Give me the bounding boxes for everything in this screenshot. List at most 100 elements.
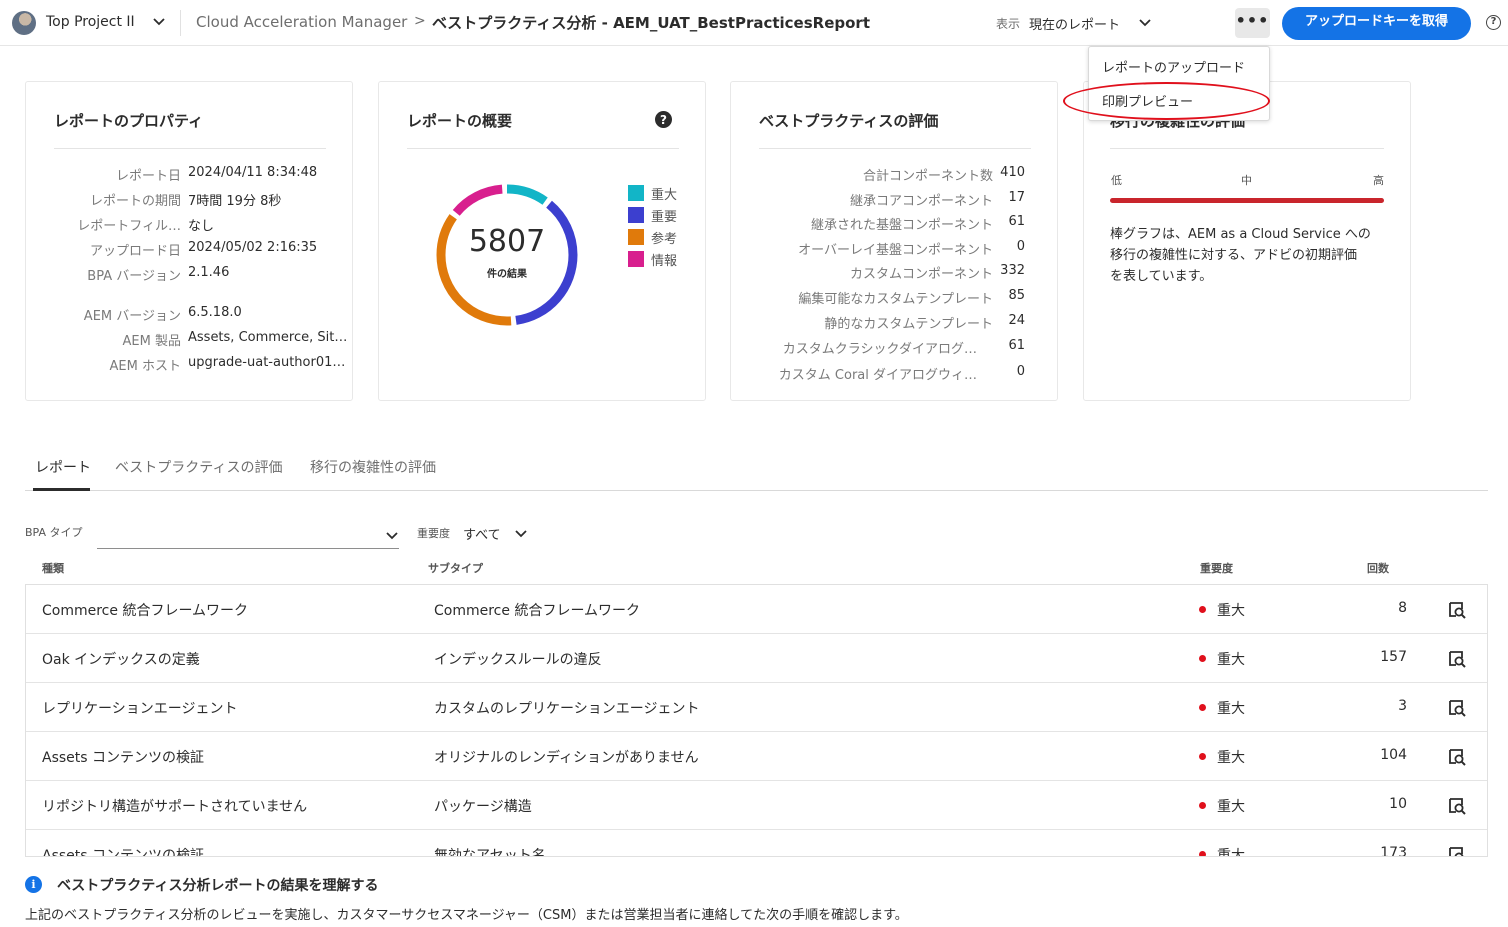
- more-actions-button[interactable]: •••: [1235, 8, 1270, 38]
- info-title: ベストプラクティス分析レポートの結果を理解する: [57, 878, 379, 894]
- score-value: 24: [1008, 313, 1025, 328]
- project-name[interactable]: Top Project II: [46, 14, 135, 30]
- table-row[interactable]: Commerce 統合フレームワーク Commerce 統合フレームワーク 重大 8: [26, 585, 1487, 634]
- divider: [1110, 148, 1384, 149]
- severity-dot: [1199, 606, 1206, 613]
- view-picker[interactable]: 現在のレポート: [1029, 14, 1120, 33]
- column-header-subtype[interactable]: サブタイプ: [428, 560, 483, 576]
- property-row: レポート日 2024/04/11 8:34:48: [26, 165, 354, 185]
- legend-label: 重要: [651, 210, 678, 225]
- cell-subtype: インデックスルールの違反: [434, 652, 602, 668]
- scale-mid: 中: [1241, 174, 1252, 187]
- score-row: 継承された基盤コンポーネント 61: [751, 214, 1025, 234]
- score-key: カスタム Coral ダイアログウィ…: [778, 368, 977, 383]
- description-line: 移行の複雑性に対する、アドビの初期評価: [1110, 248, 1358, 263]
- cell-severity: 重大: [1217, 848, 1245, 857]
- help-icon[interactable]: ?: [655, 111, 672, 128]
- divider: [407, 148, 679, 149]
- top-bar: Top Project II Cloud Acceleration Manage…: [0, 0, 1508, 46]
- description-line: 棒グラフは、AEM as a Cloud Service への: [1110, 227, 1371, 242]
- view-details-icon[interactable]: [1448, 846, 1466, 857]
- highlight-annotation: [1063, 82, 1270, 120]
- legend-swatch: [628, 229, 644, 245]
- cell-subtype: オリジナルのレンディションがありません: [434, 750, 699, 766]
- cell-severity: 重大: [1217, 750, 1245, 766]
- help-icon[interactable]: ?: [1486, 15, 1501, 30]
- table-row[interactable]: リポジトリ構造がサポートされていません パッケージ構造 重大 10: [26, 781, 1487, 830]
- table-row[interactable]: Assets コンテンツの検証 オリジナルのレンディションがありません 重大 104: [26, 732, 1487, 781]
- cell-count: 8: [1398, 600, 1407, 616]
- card-title: レポートのプロパティ: [54, 112, 204, 130]
- cell-type: Assets コンテンツの検証: [42, 750, 205, 766]
- report-tabs: レポート ベストプラクティスの評価 移行の複雑性の評価: [25, 455, 1488, 491]
- cell-count: 104: [1380, 747, 1407, 763]
- property-row: AEM ホスト upgrade-uat-author01…: [26, 355, 354, 375]
- score-row: オーバーレイ基盤コンポーネント 0: [751, 239, 1025, 259]
- chevron-down-icon[interactable]: [514, 526, 528, 540]
- severity-dot: [1199, 753, 1206, 760]
- legend-item: 情報: [628, 250, 688, 270]
- column-header-count[interactable]: 回数: [1367, 560, 1389, 576]
- severity-filter-picker[interactable]: すべて: [463, 524, 501, 543]
- column-header-type[interactable]: 種類: [42, 560, 64, 576]
- score-key: 合計コンポーネント数: [862, 169, 993, 184]
- score-value: 0: [1016, 239, 1025, 254]
- get-upload-key-button[interactable]: アップロードキーを取得: [1282, 7, 1471, 40]
- legend-label: 重大: [651, 188, 678, 203]
- table-row[interactable]: Assets コンテンツの検証 無効なアセット名 重大 173: [26, 830, 1487, 857]
- column-header-severity[interactable]: 重要度: [1200, 560, 1233, 576]
- score-key: カスタムコンポーネント: [849, 267, 993, 282]
- svg-text:?: ?: [660, 113, 667, 127]
- legend-label: 情報: [651, 254, 678, 269]
- view-details-icon[interactable]: [1448, 797, 1466, 815]
- property-row: BPA バージョン 2.1.46: [26, 265, 354, 285]
- severity-filter-label: 重要度: [417, 527, 450, 540]
- score-value: 85: [1008, 288, 1025, 303]
- score-value: 61: [1008, 214, 1025, 229]
- cell-count: 3: [1398, 698, 1407, 714]
- score-key: オーバーレイ基盤コンポーネント: [798, 243, 993, 258]
- table-row[interactable]: Oak インデックスの定義 インデックスルールの違反 重大 157: [26, 634, 1487, 683]
- complexity-bar: [1110, 198, 1384, 203]
- property-key: レポート日: [115, 169, 181, 184]
- report-properties-card: レポートのプロパティ レポート日 2024/04/11 8:34:48 レポートの期…: [25, 81, 353, 401]
- score-key: 継承コアコンポーネント: [849, 194, 993, 209]
- project-avatar[interactable]: [12, 11, 36, 35]
- property-row: AEM バージョン 6.5.18.0: [26, 305, 354, 325]
- tab-migration-complexity[interactable]: 移行の複雑性の評価: [310, 457, 436, 477]
- score-row: カスタム Coral ダイアログウィ… 0: [751, 364, 1025, 384]
- view-details-icon[interactable]: [1448, 699, 1466, 717]
- score-row: 静的なカスタムテンプレート 24: [751, 313, 1025, 333]
- chevron-down-icon[interactable]: [152, 14, 166, 28]
- cell-count: 10: [1389, 796, 1407, 812]
- view-details-icon[interactable]: [1448, 650, 1466, 668]
- score-row: カスタムコンポーネント 332: [751, 263, 1025, 283]
- cell-count: 173: [1380, 845, 1407, 857]
- table-row[interactable]: レプリケーションエージェント カスタムのレプリケーションエージェント 重大 3: [26, 683, 1487, 732]
- breadcrumb-root[interactable]: Cloud Acceleration Manager: [196, 13, 407, 31]
- description-line: を表しています。: [1110, 269, 1213, 284]
- tab-report[interactable]: レポート: [35, 457, 91, 477]
- severity-dot: [1199, 655, 1206, 662]
- view-details-icon[interactable]: [1448, 601, 1466, 619]
- scale-high: 高: [1373, 174, 1384, 187]
- page-title: ベストプラクティス分析 - AEM_UAT_BestPracticesRepor…: [432, 14, 870, 32]
- cell-type: リポジトリ構造がサポートされていません: [42, 799, 308, 815]
- chevron-down-icon[interactable]: [1138, 15, 1152, 29]
- cell-subtype: 無効なアセット名: [434, 848, 546, 857]
- bpa-type-label: BPA タイプ: [25, 526, 83, 539]
- property-value: 6.5.18.0: [188, 305, 242, 320]
- menu-item-upload-report[interactable]: レポートのアップロード: [1102, 57, 1245, 76]
- score-value: 0: [1016, 364, 1025, 379]
- property-row: アップロード日 2024/05/02 2:16:35: [26, 240, 354, 260]
- score-row: カスタムクラシックダイアログ… 61: [751, 338, 1025, 358]
- card-title: ベストプラクティスの評価: [759, 112, 939, 130]
- bpa-type-select[interactable]: [97, 522, 399, 549]
- property-row: レポートフィル… なし: [26, 215, 354, 235]
- cell-type: レプリケーションエージェント: [42, 701, 238, 717]
- property-value: なし: [188, 219, 215, 234]
- view-details-icon[interactable]: [1448, 748, 1466, 766]
- tab-best-practice-evaluation[interactable]: ベストプラクティスの評価: [115, 457, 282, 477]
- findings-table: Commerce 統合フレームワーク Commerce 統合フレームワーク 重大 8 O…: [25, 584, 1488, 857]
- legend-swatch: [628, 207, 644, 223]
